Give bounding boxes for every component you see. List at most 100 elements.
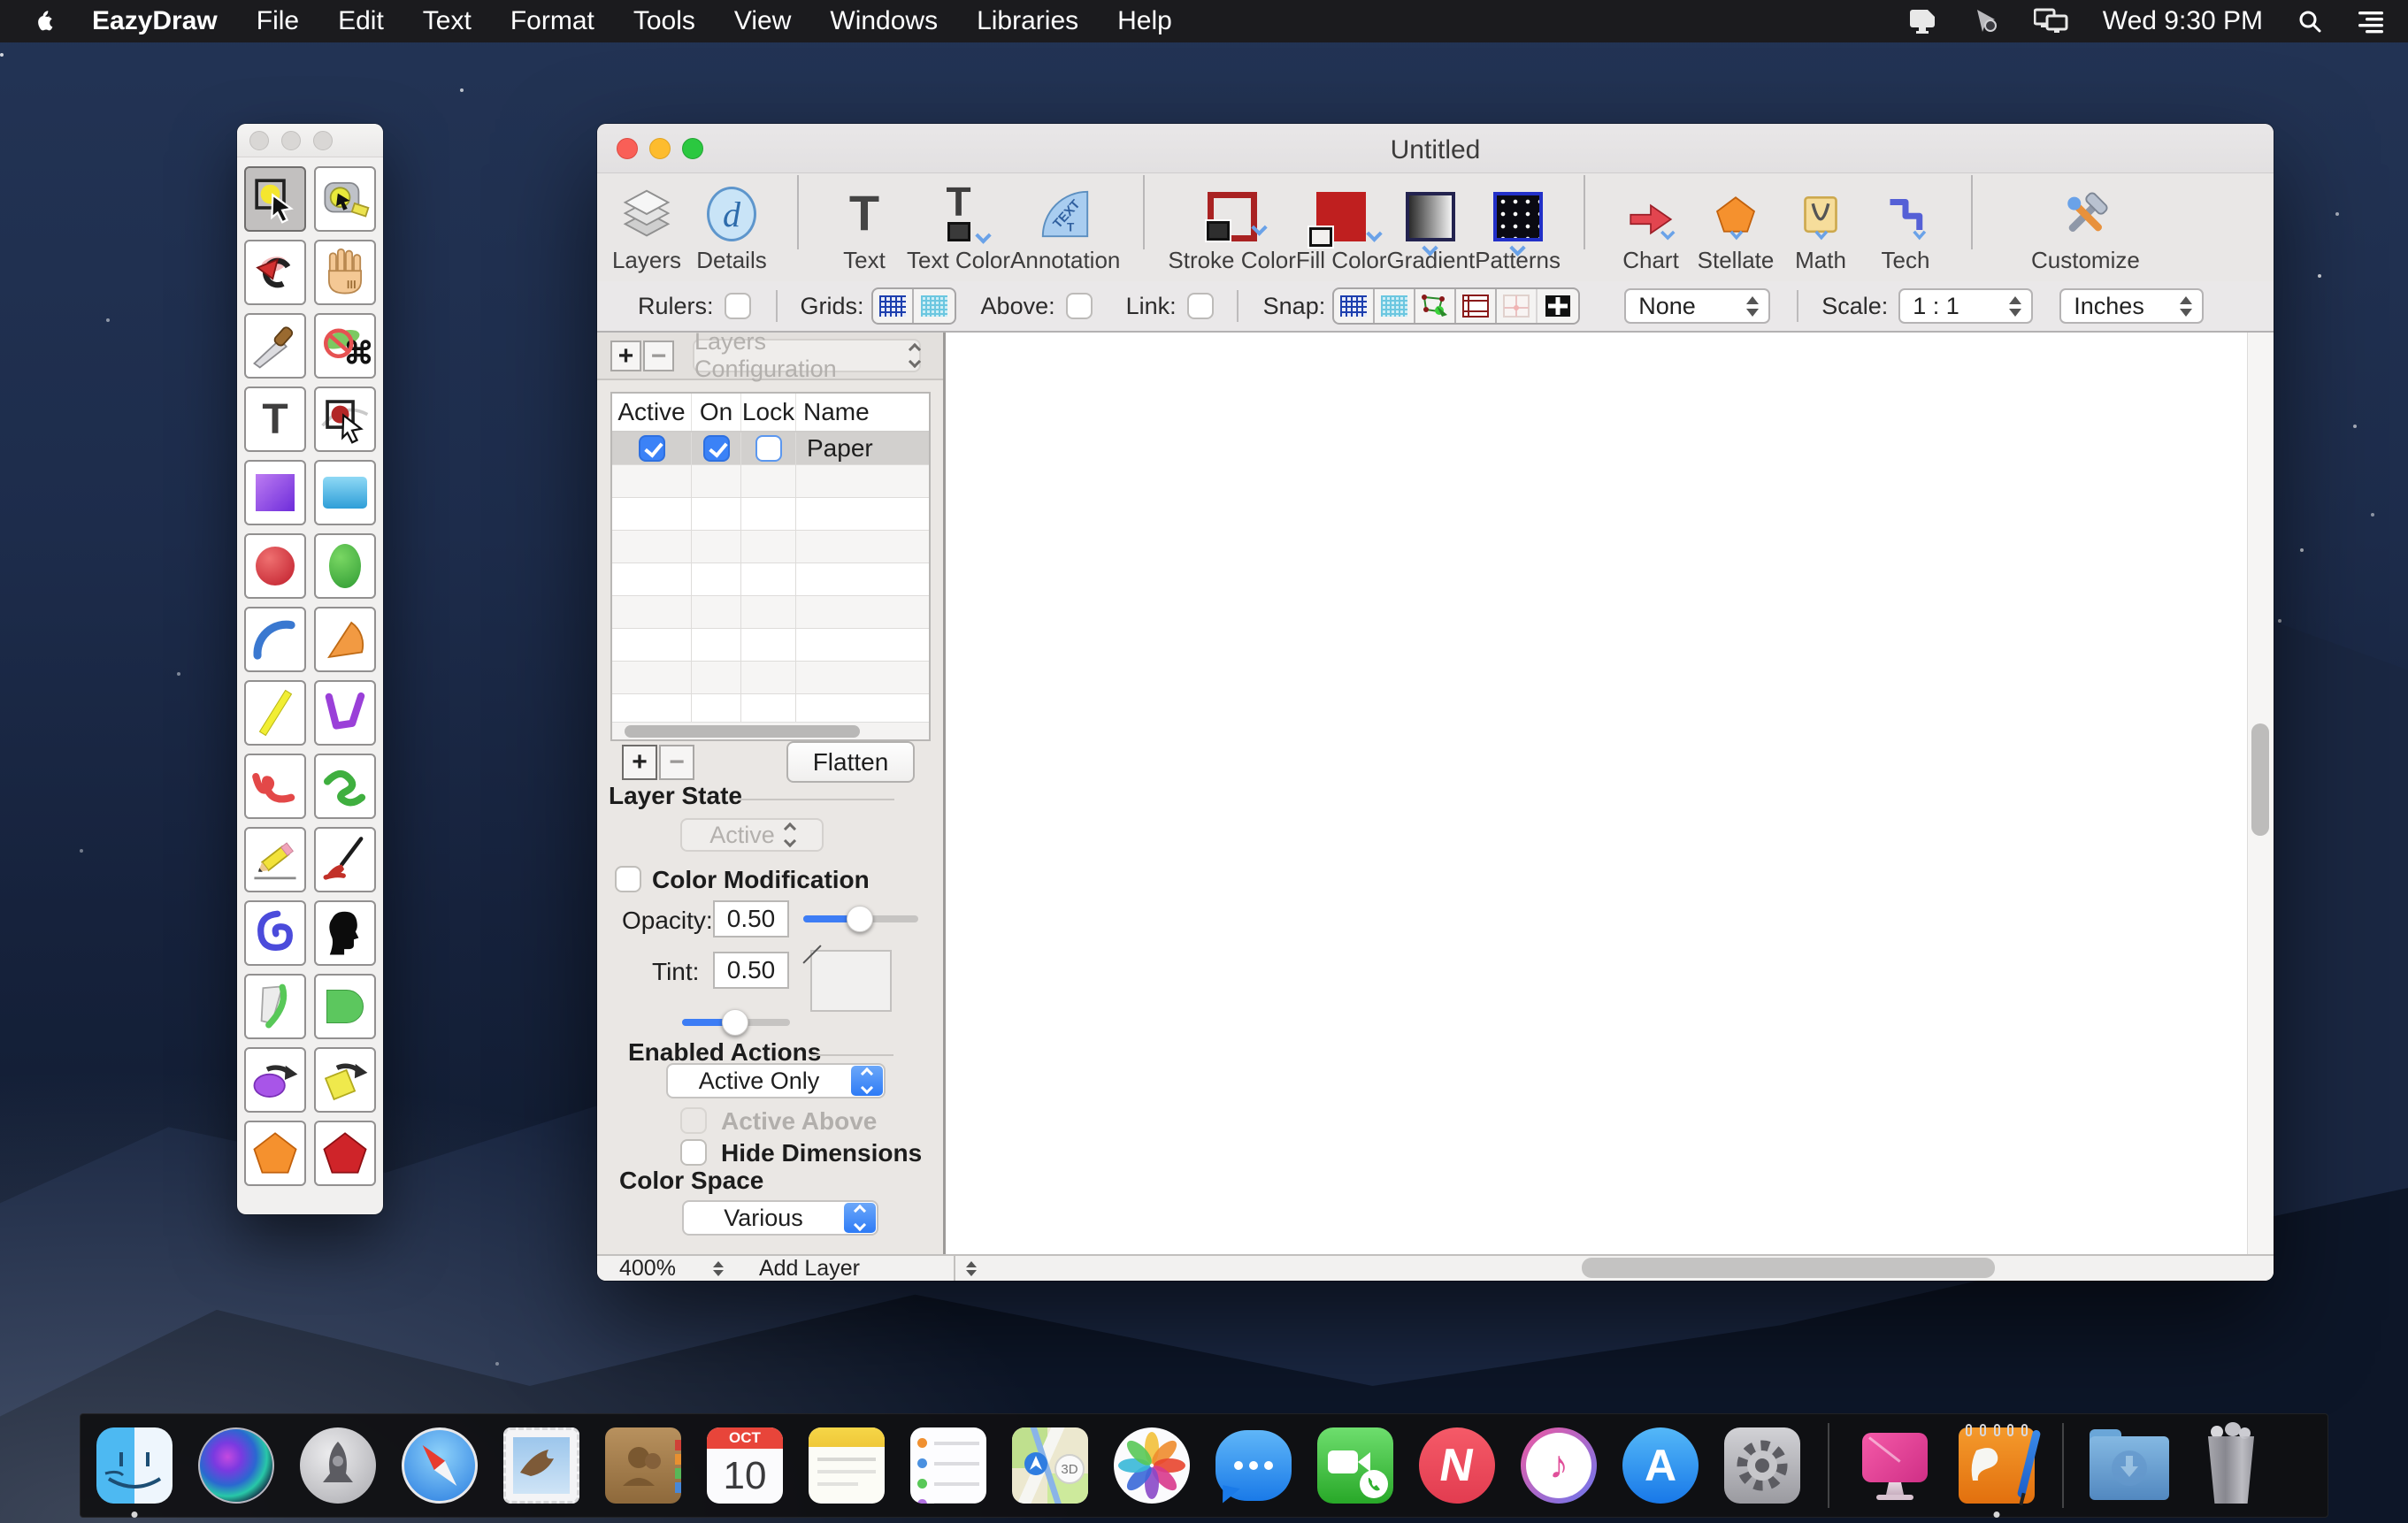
tool-undo-rotate[interactable] — [244, 240, 306, 305]
units-dropdown[interactable]: Inches — [2059, 288, 2204, 324]
tool-ellipse[interactable] — [314, 533, 376, 599]
above-checkbox[interactable] — [1066, 293, 1093, 319]
dock-item-photos[interactable] — [1110, 1424, 1193, 1507]
tool-line[interactable] — [244, 680, 306, 746]
remove-layer-button[interactable]: − — [659, 745, 694, 780]
add-config-button[interactable]: + — [610, 341, 641, 371]
layer-row-paper[interactable]: Paper — [612, 432, 929, 465]
toolbar-stellate[interactable]: Stellate — [1693, 183, 1778, 274]
cleanmymac-menu-icon[interactable] — [1972, 7, 2000, 35]
paper-active-checkbox[interactable] — [639, 435, 665, 462]
toolbar-tech[interactable]: Tech — [1863, 183, 1948, 274]
tool-pentagon-red[interactable] — [314, 1121, 376, 1186]
drawing-canvas[interactable] — [946, 333, 2247, 1256]
dock-item-trash[interactable] — [2189, 1424, 2273, 1507]
tool-select[interactable] — [244, 166, 306, 232]
flatten-button[interactable]: Flatten — [786, 741, 915, 783]
tool-round-end-rectangle[interactable] — [314, 974, 376, 1039]
add-layer-stepper[interactable] — [966, 1261, 977, 1276]
dock-item-cleanmymac[interactable] — [1853, 1424, 1936, 1507]
color-space-dropdown[interactable]: Various — [682, 1200, 878, 1236]
notification-center-icon[interactable] — [2357, 9, 2385, 34]
dock-item-system-preferences[interactable] — [1721, 1424, 1804, 1507]
tool-spiral[interactable] — [244, 900, 306, 966]
tint-color-well[interactable] — [810, 950, 892, 1012]
layers-configuration-dropdown[interactable]: Layers Configuration — [693, 339, 921, 372]
dock-item-downloads[interactable] — [2088, 1424, 2171, 1507]
menu-format[interactable]: Format — [510, 6, 594, 36]
opacity-field[interactable]: 0.50 — [713, 900, 789, 938]
tool-rotate-ellipse[interactable] — [244, 1047, 306, 1113]
toolbar-fill-color[interactable]: Fill Color — [1296, 183, 1387, 274]
tool-knife[interactable] — [244, 313, 306, 379]
tool-circle[interactable] — [244, 533, 306, 599]
add-layer-button[interactable]: + — [622, 745, 657, 780]
dock-item-reminders[interactable] — [907, 1424, 990, 1507]
tool-vertex-edit[interactable] — [314, 386, 376, 452]
dock-item-mail[interactable] — [500, 1424, 583, 1507]
toolbar-patterns[interactable]: Patterns — [1475, 183, 1561, 274]
tool-scale[interactable] — [314, 166, 376, 232]
toolbar-stroke-color[interactable]: Stroke Color — [1168, 183, 1296, 274]
palette-zoom-button[interactable] — [313, 131, 333, 150]
paper-lock-checkbox[interactable] — [755, 435, 782, 462]
tool-arc[interactable] — [244, 607, 306, 672]
dock-item-siri[interactable] — [195, 1424, 278, 1507]
tool-pentagon-orange[interactable] — [244, 1121, 306, 1186]
menu-clock[interactable]: Wed 9:30 PM — [2103, 6, 2263, 36]
menu-libraries[interactable]: Libraries — [977, 6, 1078, 36]
tool-brush[interactable] — [314, 827, 376, 892]
tool-pencil[interactable] — [244, 827, 306, 892]
dock-item-launchpad[interactable] — [296, 1424, 380, 1507]
toolbar-text[interactable]: T Text — [822, 183, 907, 274]
spotlight-icon[interactable] — [2297, 8, 2323, 34]
apple-menu-icon[interactable] — [32, 7, 57, 35]
rulers-checkbox[interactable] — [725, 293, 751, 319]
snap-crosshair-toggle[interactable] — [1538, 289, 1578, 323]
dock-item-contacts[interactable] — [602, 1424, 685, 1507]
enabled-actions-dropdown[interactable]: Active Only — [666, 1063, 886, 1098]
remove-config-button[interactable]: − — [643, 341, 674, 371]
mirror-displays-icon[interactable] — [2034, 8, 2069, 34]
toolbar-gradient[interactable]: Gradient — [1386, 183, 1475, 274]
snap-guides-toggle[interactable] — [1497, 289, 1538, 323]
toolbar-text-color[interactable]: T Text Color — [907, 183, 1010, 274]
snap-grid-light-toggle[interactable] — [1375, 289, 1415, 323]
toolbar-math[interactable]: Math — [1778, 183, 1863, 274]
display-icon[interactable] — [1908, 8, 1938, 34]
dock-item-notes[interactable] — [805, 1424, 888, 1507]
dock-item-eazydraw[interactable] — [1955, 1424, 2038, 1507]
dock-item-finder[interactable] — [93, 1424, 176, 1507]
hide-dimensions-checkbox[interactable] — [680, 1139, 707, 1166]
dock-item-safari[interactable] — [398, 1424, 481, 1507]
zoom-stepper[interactable] — [713, 1261, 724, 1276]
menu-app-name[interactable]: EazyDraw — [92, 6, 218, 36]
color-modification-checkbox[interactable] — [615, 866, 641, 892]
menu-tools[interactable]: Tools — [633, 6, 695, 36]
snap-margins-toggle[interactable] — [1456, 289, 1497, 323]
window-titlebar[interactable]: Untitled — [597, 124, 2274, 173]
toolbar-layers[interactable]: Layers — [604, 183, 689, 274]
snap-grid-dark-toggle[interactable] — [1334, 289, 1375, 323]
tool-curve[interactable] — [244, 754, 306, 819]
paper-layer-name[interactable]: Paper — [796, 434, 929, 463]
tool-curl[interactable] — [244, 974, 306, 1039]
menu-windows[interactable]: Windows — [830, 6, 938, 36]
tint-field[interactable]: 0.50 — [713, 952, 789, 989]
dock-item-facetime[interactable] — [1314, 1424, 1397, 1507]
menu-help[interactable]: Help — [1117, 6, 1172, 36]
tool-silhouette[interactable] — [314, 900, 376, 966]
menu-file[interactable]: File — [257, 6, 299, 36]
link-checkbox[interactable] — [1187, 293, 1214, 319]
menu-text[interactable]: Text — [423, 6, 472, 36]
layer-state-dropdown[interactable]: Active — [680, 818, 824, 852]
tool-freehand[interactable] — [314, 754, 376, 819]
menu-view[interactable]: View — [734, 6, 791, 36]
dock-item-news[interactable]: N — [1415, 1424, 1499, 1507]
snap-vertex-toggle[interactable] — [1415, 289, 1456, 323]
horizontal-scroll-thumb[interactable] — [1582, 1258, 1995, 1278]
tool-rounded-rectangle[interactable] — [314, 460, 376, 525]
dock-item-appstore[interactable]: A — [1619, 1424, 1702, 1507]
palette-close-button[interactable] — [249, 131, 269, 150]
tool-text[interactable]: T — [244, 386, 306, 452]
